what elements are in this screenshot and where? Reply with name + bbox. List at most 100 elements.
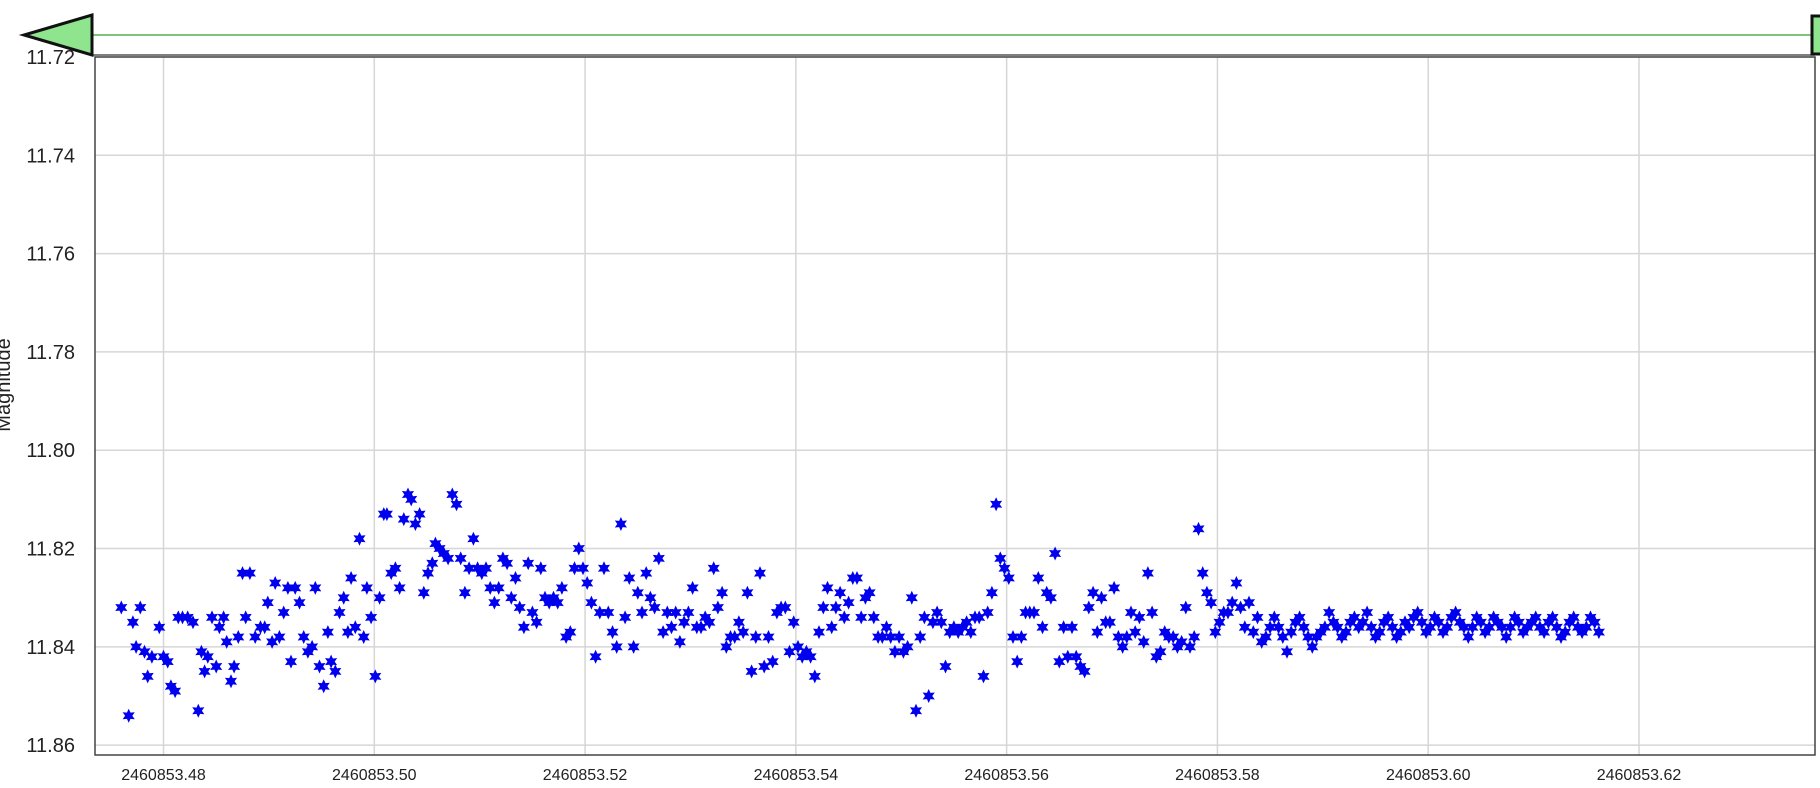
data-point — [855, 610, 868, 625]
x-axis: 2460853.48 2460853.50 2460853.52 2460853.54… — [121, 767, 1681, 784]
data-point — [597, 561, 611, 576]
data-point — [261, 595, 274, 610]
data-point — [749, 630, 762, 644]
data-point — [825, 620, 838, 635]
data-point — [812, 625, 826, 640]
y-tick-label: 11.74 — [26, 145, 75, 167]
data-point — [893, 630, 906, 644]
data-point — [990, 497, 1003, 512]
data-point — [1234, 600, 1247, 615]
data-point — [228, 659, 241, 674]
data-point — [918, 610, 931, 625]
data-point — [1124, 605, 1138, 620]
x-tick-label: 2460853.48 — [121, 767, 206, 784]
data-point — [134, 600, 147, 615]
data-point — [373, 590, 386, 605]
data-point — [1129, 625, 1142, 640]
data-point — [1011, 654, 1024, 669]
data-point — [1247, 625, 1260, 640]
data-point — [321, 625, 334, 640]
data-point — [417, 585, 430, 600]
data-point — [357, 630, 370, 644]
data-point — [669, 605, 682, 620]
data-point — [614, 517, 627, 531]
data-point — [1082, 600, 1095, 615]
data-point — [1108, 580, 1121, 595]
x-tick-label: 2460853.58 — [1175, 767, 1260, 784]
x-tick-label: 2460853.56 — [964, 767, 1049, 784]
data-point — [1179, 600, 1192, 615]
data-point — [313, 659, 326, 674]
data-point — [1196, 566, 1209, 581]
data-points — [115, 487, 1605, 723]
data-point — [711, 600, 724, 615]
data-point — [585, 595, 598, 610]
grid — [95, 56, 1815, 755]
y-tick-label: 11.78 — [26, 342, 75, 364]
data-point — [333, 605, 346, 620]
data-point — [141, 669, 154, 684]
data-point — [1238, 620, 1251, 635]
data-point — [509, 571, 522, 585]
data-point — [353, 531, 366, 546]
data-point — [867, 610, 880, 625]
data-point — [581, 576, 594, 590]
data-point — [589, 649, 602, 664]
x-tick-label: 2460853.50 — [332, 767, 417, 784]
data-point — [397, 512, 410, 527]
data-point — [337, 590, 350, 605]
data-point — [619, 610, 632, 625]
data-point — [716, 585, 729, 600]
data-point — [1032, 571, 1045, 585]
data-point — [787, 615, 800, 630]
range-slider[interactable] — [18, 12, 1820, 58]
data-point — [269, 576, 282, 590]
data-point — [126, 615, 139, 630]
data-point — [534, 561, 547, 576]
data-point — [1095, 590, 1108, 605]
data-point — [488, 595, 501, 610]
data-point — [652, 551, 665, 566]
data-point — [922, 689, 935, 703]
data-point — [576, 561, 590, 576]
data-point — [317, 679, 330, 694]
data-point — [454, 551, 467, 566]
data-point — [758, 659, 771, 674]
range-slider-right-handle[interactable] — [1810, 14, 1820, 56]
y-axis: 11.72 11.74 11.76 11.78 11.80 11.82 11.84 11.86 — [26, 47, 75, 757]
data-point — [707, 561, 720, 576]
data-point — [909, 703, 923, 718]
data-point — [1061, 649, 1074, 664]
data-point — [985, 585, 998, 600]
data-point — [360, 580, 373, 595]
data-point — [657, 625, 670, 640]
x-tick-label: 2460853.54 — [754, 767, 839, 784]
data-point — [602, 605, 615, 620]
data-point — [766, 654, 779, 669]
light-curve-chart: 11.72 11.74 11.76 11.78 11.80 11.82 11.84 11.86… — [0, 12, 1820, 784]
data-point — [345, 571, 358, 585]
y-tick-label: 11.76 — [26, 244, 75, 266]
data-point — [1087, 585, 1100, 600]
y-axis-label: Magnitude — [0, 338, 15, 431]
data-point — [1251, 610, 1264, 625]
data-point — [665, 620, 678, 635]
data-point — [555, 580, 568, 595]
data-point — [762, 630, 775, 644]
data-point — [981, 605, 994, 620]
data-point — [513, 600, 526, 615]
data-point — [640, 566, 653, 581]
data-point — [365, 610, 378, 625]
data-point — [210, 659, 223, 674]
data-point — [808, 669, 821, 684]
data-point — [484, 580, 497, 595]
data-point — [1036, 620, 1049, 635]
data-point — [249, 630, 262, 644]
data-point — [635, 605, 649, 620]
data-point — [1006, 630, 1020, 644]
data-point — [905, 590, 918, 605]
data-point — [297, 630, 310, 644]
data-point — [1242, 595, 1256, 610]
data-point — [568, 561, 581, 576]
data-point — [1057, 620, 1070, 635]
